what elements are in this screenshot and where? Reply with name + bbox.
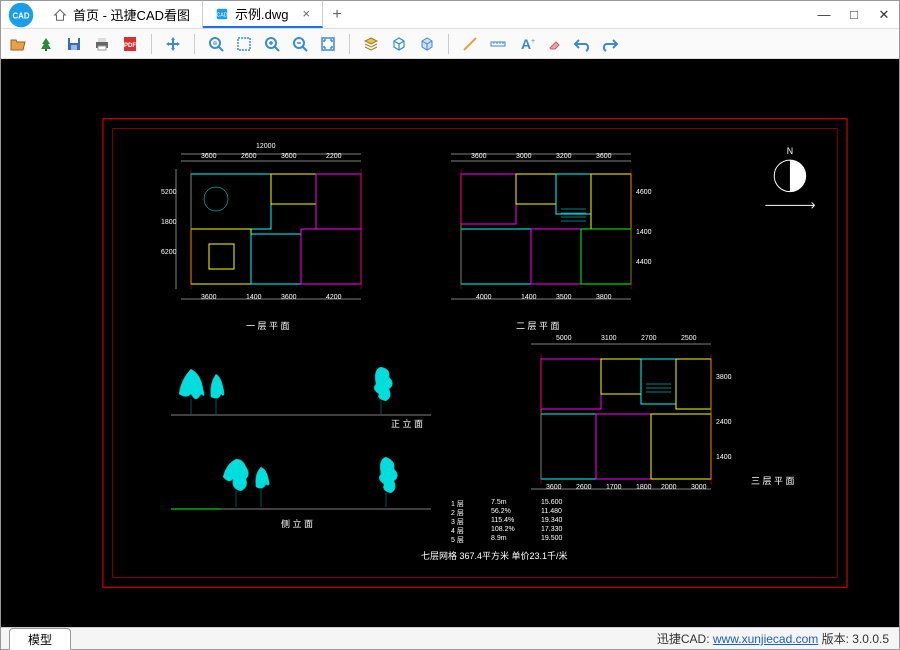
version-label: 版本: bbox=[818, 632, 852, 646]
elevation-front-label: 正 立 面 bbox=[391, 417, 423, 430]
redo-button[interactable] bbox=[599, 33, 621, 55]
floorplan-2: 3600 3000 3200 3600 4600 1400 4400 4000 … bbox=[431, 139, 651, 319]
titlebar: CAD 首页 - 迅捷CAD看图 CAD 示例.dwg × + — □ ✕ bbox=[1, 1, 899, 29]
zoom-window-button[interactable] bbox=[233, 33, 255, 55]
new-tab-button[interactable]: + bbox=[323, 1, 351, 28]
toolbar-separator bbox=[151, 34, 152, 54]
elevation-side-label: 侧 立 面 bbox=[281, 517, 313, 530]
dwg-icon: CAD bbox=[215, 7, 229, 21]
maximize-button[interactable]: □ bbox=[839, 1, 869, 28]
version-value: 3.0.0.5 bbox=[852, 632, 889, 646]
floorplan-1-label: 一 层 平 面 bbox=[246, 319, 290, 332]
drawing-canvas[interactable]: N 12 bbox=[1, 59, 899, 627]
pdf-button[interactable]: PDF bbox=[119, 33, 141, 55]
zoom-out-button[interactable] bbox=[289, 33, 311, 55]
close-button[interactable]: ✕ bbox=[869, 1, 899, 28]
home-icon bbox=[53, 8, 67, 22]
elevation-side: 侧 立 面 bbox=[151, 449, 451, 529]
toolbar-separator bbox=[448, 34, 449, 54]
brand-label: 迅捷CAD: bbox=[657, 632, 713, 646]
view3d-button[interactable] bbox=[388, 33, 410, 55]
footer-info: 迅捷CAD: www.xunjiecad.com 版本: 3.0.0.5 bbox=[657, 630, 889, 647]
svg-text:A: A bbox=[521, 36, 531, 52]
zoom-in-button[interactable] bbox=[261, 33, 283, 55]
layers-button[interactable] bbox=[360, 33, 382, 55]
toolbar: PDF ⊕ A+ bbox=[1, 29, 899, 59]
brand-link[interactable]: www.xunjiecad.com bbox=[713, 632, 818, 646]
status-bar: 模型 迅捷CAD: www.xunjiecad.com 版本: 3.0.0.5 bbox=[1, 627, 899, 649]
open-button[interactable] bbox=[7, 33, 29, 55]
svg-text:⊕: ⊕ bbox=[212, 41, 217, 47]
elevation-front: 正 立 面 bbox=[151, 359, 451, 429]
tab-close-button[interactable]: × bbox=[302, 6, 310, 21]
zoom-fit-button[interactable]: ⊕ bbox=[205, 33, 227, 55]
fullscreen-button[interactable] bbox=[317, 33, 339, 55]
cube-button[interactable] bbox=[416, 33, 438, 55]
tree-button[interactable] bbox=[35, 33, 57, 55]
text-button[interactable]: A+ bbox=[515, 33, 537, 55]
window-controls: — □ ✕ bbox=[809, 1, 899, 28]
toolbar-separator bbox=[194, 34, 195, 54]
measure-button[interactable] bbox=[487, 33, 509, 55]
save-button[interactable] bbox=[63, 33, 85, 55]
floorplan-3-label: 三 层 平 面 bbox=[751, 474, 795, 487]
tab-home-label: 首页 - 迅捷CAD看图 bbox=[73, 5, 190, 24]
model-tab[interactable]: 模型 bbox=[9, 628, 71, 650]
app-logo: CAD bbox=[1, 1, 41, 28]
tab-home[interactable]: 首页 - 迅捷CAD看图 bbox=[41, 1, 203, 28]
toolbar-separator bbox=[349, 34, 350, 54]
svg-text:+: + bbox=[531, 38, 535, 45]
drawing-content: N 12 bbox=[101, 109, 849, 597]
undo-button[interactable] bbox=[571, 33, 593, 55]
minimize-button[interactable]: — bbox=[809, 1, 839, 28]
notes-block: 1 层7.5m15.600 2 层56.2%11.480 3 层115.4%19… bbox=[451, 499, 711, 559]
tab-file-label: 示例.dwg bbox=[235, 4, 288, 23]
floorplan-1: 12000 3600 2600 3600 2200 5200 1800 6200… bbox=[161, 139, 381, 319]
svg-text:CAD: CAD bbox=[216, 12, 227, 18]
notes-summary: 七层网格 367.4平方米 单价23.1千/米 bbox=[421, 549, 568, 562]
tab-file[interactable]: CAD 示例.dwg × bbox=[203, 1, 323, 28]
pan-button[interactable] bbox=[162, 33, 184, 55]
floorplan-3: 5000 3100 2700 2500 3800 2400 1400 3600 … bbox=[501, 329, 741, 509]
line-button[interactable] bbox=[459, 33, 481, 55]
compass-north: N bbox=[787, 146, 793, 156]
svg-text:CAD: CAD bbox=[12, 11, 29, 20]
svg-text:PDF: PDF bbox=[124, 43, 136, 49]
eraser-button[interactable] bbox=[543, 33, 565, 55]
print-button[interactable] bbox=[91, 33, 113, 55]
